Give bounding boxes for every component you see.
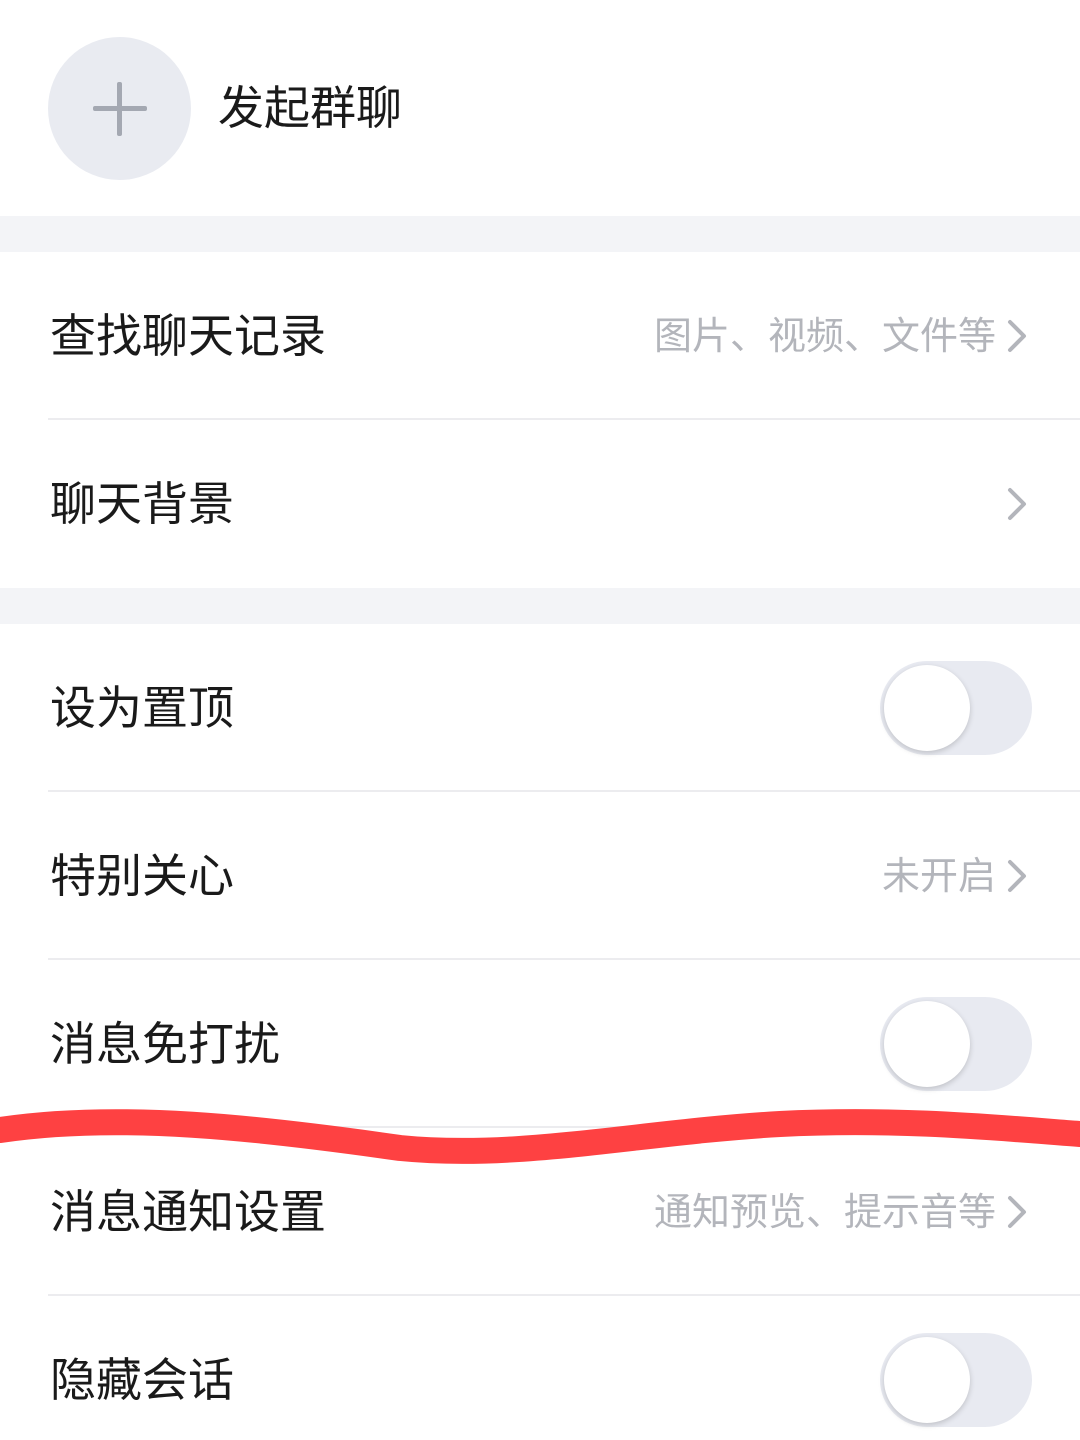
search-chat-history-hint: 图片、视频、文件等 <box>653 314 996 358</box>
do-not-disturb-row: 消息免打扰 <box>0 960 1080 1128</box>
section-divider <box>0 588 1080 624</box>
hide-conversation-row: 隐藏会话 <box>0 1296 1080 1440</box>
special-care-label: 特别关心 <box>50 849 234 903</box>
notification-settings-hint: 通知预览、提示音等 <box>653 1190 996 1234</box>
chat-background-label: 聊天背景 <box>50 477 234 531</box>
toggle-knob <box>884 1001 970 1087</box>
chat-background-row[interactable]: 聊天背景 <box>0 420 1080 588</box>
start-group-chat-row[interactable]: 发起群聊 <box>0 0 1080 216</box>
search-chat-history-label: 查找聊天记录 <box>50 309 326 363</box>
hide-conversation-toggle[interactable] <box>880 1333 1032 1427</box>
hide-conversation-label: 隐藏会话 <box>50 1353 234 1407</box>
special-care-status: 未开启 <box>881 854 996 898</box>
chevron-right-icon <box>1008 488 1026 520</box>
pin-to-top-row: 设为置顶 <box>0 624 1080 792</box>
chevron-right-icon <box>1008 860 1026 892</box>
section-divider <box>0 216 1080 252</box>
do-not-disturb-label: 消息免打扰 <box>50 1017 280 1071</box>
chevron-right-icon <box>1008 320 1026 352</box>
chevron-right-icon <box>1008 1196 1026 1228</box>
toggle-knob <box>884 1337 970 1423</box>
pin-to-top-label: 设为置顶 <box>50 681 234 735</box>
pin-to-top-toggle[interactable] <box>880 661 1032 755</box>
do-not-disturb-toggle[interactable] <box>880 997 1032 1091</box>
plus-icon[interactable] <box>48 37 191 180</box>
notification-settings-label: 消息通知设置 <box>50 1185 326 1239</box>
toggle-knob <box>884 665 970 751</box>
notification-settings-row[interactable]: 消息通知设置 通知预览、提示音等 <box>0 1128 1080 1296</box>
search-chat-history-row[interactable]: 查找聊天记录 图片、视频、文件等 <box>0 252 1080 420</box>
special-care-row[interactable]: 特别关心 未开启 <box>0 792 1080 960</box>
start-group-chat-label: 发起群聊 <box>218 81 402 135</box>
